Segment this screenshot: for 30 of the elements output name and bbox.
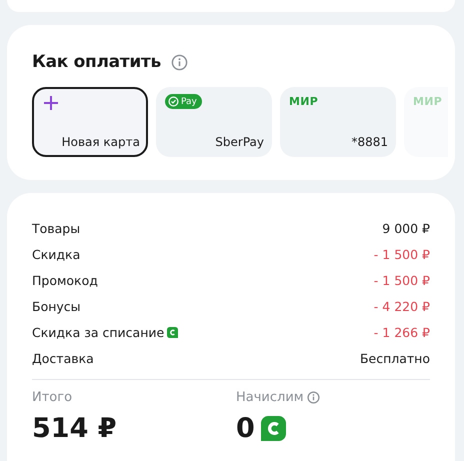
row-label: Промокод: [32, 272, 98, 288]
pay-badge: Pay: [165, 94, 202, 109]
row-value: Бесплатно: [360, 350, 430, 366]
row-label: Бонусы: [32, 298, 81, 314]
card-logo: МИР: [413, 95, 442, 108]
option-label: SberPay: [215, 135, 264, 149]
payment-option[interactable]: МИР *8881: [280, 87, 396, 157]
section-title: Как оплатить: [32, 52, 161, 72]
option-label: Новая карта: [62, 135, 140, 149]
total-label: Итого: [32, 390, 74, 405]
info-icon[interactable]: [170, 54, 188, 70]
bonus-icon: [260, 416, 286, 441]
row-label: Скидка: [32, 246, 80, 262]
payment-option[interactable]: Pay SberPay: [156, 87, 272, 157]
row-value: - 1 266 ₽: [374, 324, 430, 340]
row-label: Скидка за списание: [32, 324, 164, 340]
card-logo: МИР: [289, 95, 318, 108]
total-value: 514 ₽: [32, 413, 118, 444]
row-label: Товары: [32, 220, 80, 236]
plus-icon: [43, 95, 59, 111]
row-value: - 4 220 ₽: [374, 298, 430, 314]
accrual-value: 0: [236, 413, 255, 444]
accrual-label: Начислим: [236, 390, 304, 405]
row-label: Доставка: [32, 350, 94, 366]
row-value: - 1 500 ₽: [374, 246, 430, 262]
row-value: - 1 500 ₽: [374, 272, 430, 288]
option-label: *8881: [351, 135, 388, 149]
payment-option[interactable]: Новая карта: [32, 87, 148, 157]
info-icon[interactable]: [306, 391, 320, 404]
row-value: 9 000 ₽: [382, 220, 430, 236]
